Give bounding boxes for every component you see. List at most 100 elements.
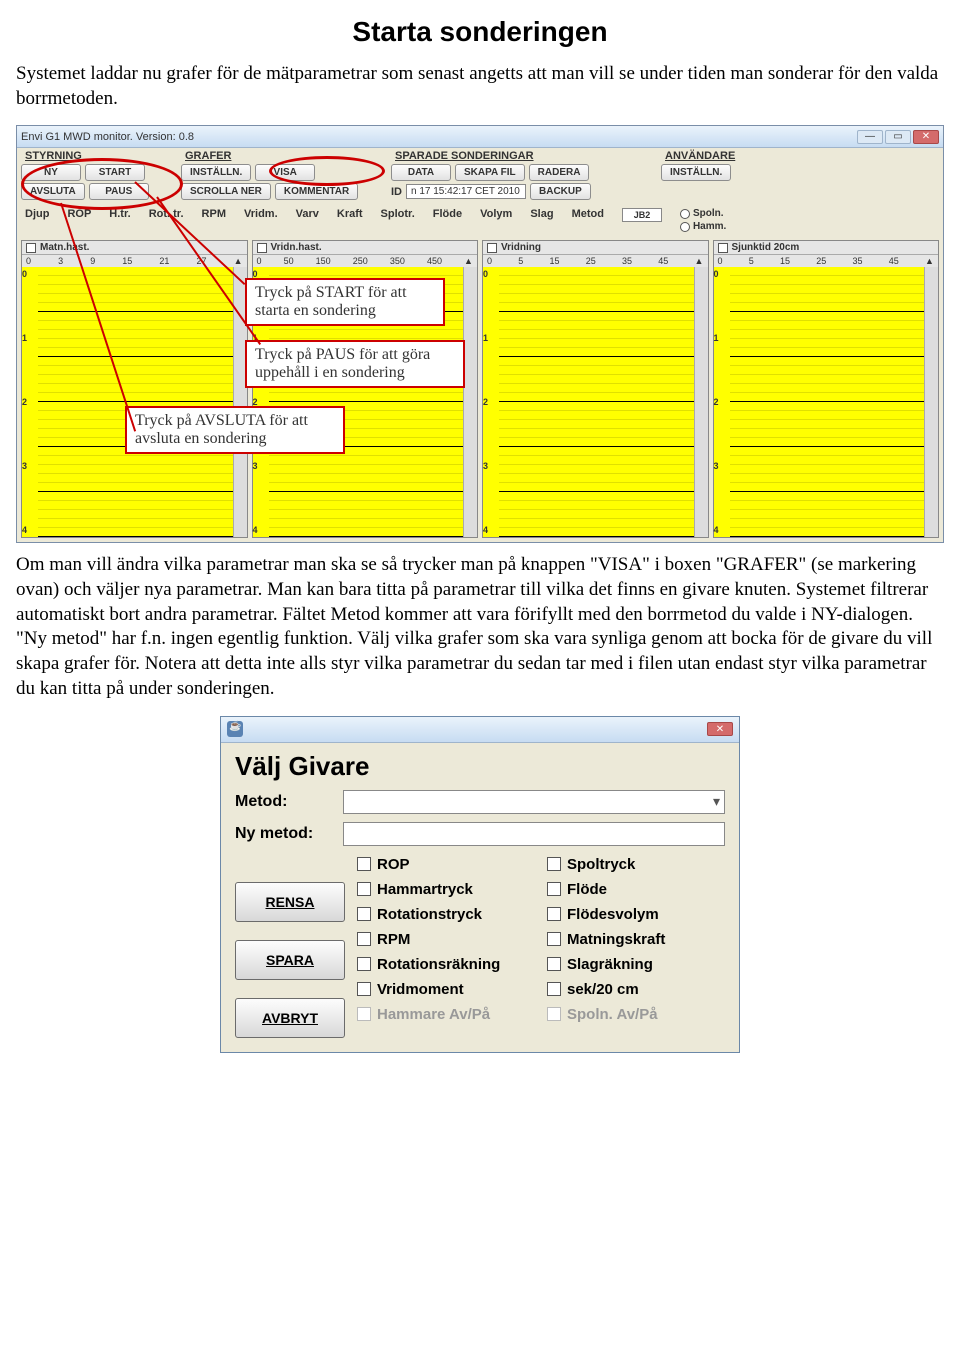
checkbox-icon[interactable] [547, 957, 561, 971]
id-field[interactable]: n 17 15:42:17 CET 2010 [406, 184, 526, 199]
backup-button[interactable]: BACKUP [530, 183, 591, 200]
scrolla-ner-button[interactable]: SCROLLA NER [181, 183, 271, 200]
scale: 3 [58, 256, 63, 266]
param-rop: ROP [67, 208, 91, 232]
checkbox-rotationstryck[interactable]: Rotationstryck [357, 906, 535, 923]
scale: 25 [816, 256, 826, 266]
ny-button[interactable]: NY [21, 164, 81, 181]
kommentar-button[interactable]: KOMMENTAR [275, 183, 358, 200]
scroll-up-icon[interactable]: ▲ [695, 256, 704, 266]
scroll-up-icon[interactable]: ▲ [464, 256, 473, 266]
maximize-icon[interactable]: ▭ [885, 130, 911, 144]
scrollbar[interactable] [463, 267, 477, 537]
data-button[interactable]: DATA [391, 164, 451, 181]
checkbox-spoln-av-p-: Spoln. Av/På [547, 1006, 725, 1023]
checkbox-icon [547, 1007, 561, 1021]
group-sparade: SPARADE SONDERINGAR DATA SKAPA FIL RADER… [391, 150, 651, 200]
installn-grafer-button[interactable]: INSTÄLLN. [181, 164, 251, 181]
param-flode: Flöde [433, 208, 462, 232]
checkbox-fl-desvolym[interactable]: Flödesvolym [547, 906, 725, 923]
checkbox-rop[interactable]: ROP [357, 856, 535, 873]
spoln-radio[interactable]: Spoln. [680, 208, 726, 219]
checkbox-hammartryck[interactable]: Hammartryck [357, 881, 535, 898]
y: 0 [714, 269, 730, 279]
param-slag: Slag [530, 208, 553, 232]
scale: 45 [658, 256, 668, 266]
checkbox-icon[interactable] [547, 882, 561, 896]
checkbox-icon[interactable] [357, 882, 371, 896]
scale: 25 [586, 256, 596, 266]
checkbox-icon[interactable] [487, 243, 497, 253]
param-rottr: Rot. tr. [149, 208, 184, 232]
y: 2 [714, 397, 730, 407]
scale: 250 [353, 256, 368, 266]
avbryt-button[interactable]: AVBRYT [235, 998, 345, 1038]
callout-start: Tryck på START för att starta en sonderi… [245, 278, 445, 326]
checkbox-icon[interactable] [547, 907, 561, 921]
param-htr: H.tr. [109, 208, 130, 232]
scale: 21 [159, 256, 169, 266]
close-icon[interactable]: ✕ [913, 130, 939, 144]
scale: 35 [853, 256, 863, 266]
checkbox-label: Flödesvolym [567, 906, 659, 923]
checkbox-fl-de[interactable]: Flöde [547, 881, 725, 898]
id-label: ID [391, 186, 402, 198]
param-vridm: Vridm. [244, 208, 278, 232]
group-anvandare-label: ANVÄNDARE [661, 150, 735, 162]
checkbox-label: sek/20 cm [567, 981, 639, 998]
checkbox-slagr-kning[interactable]: Slagräkning [547, 956, 725, 973]
minimize-icon[interactable]: — [857, 130, 883, 144]
y: 1 [483, 333, 499, 343]
hamm-radio[interactable]: Hamm. [680, 221, 726, 232]
checkbox-icon[interactable] [547, 857, 561, 871]
checkbox-hammare-av-p-: Hammare Av/På [357, 1006, 535, 1023]
skapa-fil-button[interactable]: SKAPA FIL [455, 164, 525, 181]
checkbox-icon[interactable] [357, 907, 371, 921]
scroll-up-icon[interactable]: ▲ [234, 256, 243, 266]
group-anvandare: ANVÄNDARE INSTÄLLN. [661, 150, 735, 181]
nymetod-input[interactable] [343, 822, 725, 846]
scale: 0 [26, 256, 31, 266]
checkbox-rpm[interactable]: RPM [357, 931, 535, 948]
radera-button[interactable]: RADERA [529, 164, 590, 181]
scale: 15 [780, 256, 790, 266]
checkbox-icon[interactable] [357, 932, 371, 946]
scale: 27 [196, 256, 206, 266]
paus-button[interactable]: PAUS [89, 183, 149, 200]
scrollbar[interactable] [924, 267, 938, 537]
graph-1-title: Vridn.hast. [271, 242, 322, 253]
dialog-close-icon[interactable]: ✕ [707, 722, 733, 736]
checkbox-sek-20-cm[interactable]: sek/20 cm [547, 981, 725, 998]
checkbox-matningskraft[interactable]: Matningskraft [547, 931, 725, 948]
param-metod: Metod [572, 208, 604, 232]
y: 0 [483, 269, 499, 279]
scrollbar[interactable] [694, 267, 708, 537]
checkbox-icon[interactable] [718, 243, 728, 253]
checkbox-icon[interactable] [357, 982, 371, 996]
param-rpm: RPM [202, 208, 226, 232]
avsluta-button[interactable]: AVSLUTA [21, 183, 85, 200]
scroll-up-icon[interactable]: ▲ [925, 256, 934, 266]
installn-anvandare-button[interactable]: INSTÄLLN. [661, 164, 731, 181]
checkbox-rotationsr-kning[interactable]: Rotationsräkning [357, 956, 535, 973]
start-button[interactable]: START [85, 164, 145, 181]
rensa-button[interactable]: RENSA [235, 882, 345, 922]
checkbox-icon[interactable] [547, 982, 561, 996]
metod-select[interactable] [343, 790, 725, 814]
checkbox-spoltryck[interactable]: Spoltryck [547, 856, 725, 873]
group-grafer: GRAFER INSTÄLLN. VISA SCROLLA NER KOMMEN… [181, 150, 381, 200]
visa-button[interactable]: VISA [255, 164, 315, 181]
grid [730, 267, 925, 537]
valj-givare-dialog: ✕ Välj Givare Metod: Ny metod: RENSA SPA… [220, 716, 740, 1053]
param-kraft: Kraft [337, 208, 363, 232]
y: 3 [483, 461, 499, 471]
spara-button[interactable]: SPARA [235, 940, 345, 980]
checkbox-icon[interactable] [357, 957, 371, 971]
checkbox-vridmoment[interactable]: Vridmoment [357, 981, 535, 998]
checkbox-icon[interactable] [257, 243, 267, 253]
checkbox-icon[interactable] [26, 243, 36, 253]
checkbox-icon[interactable] [357, 857, 371, 871]
y: 4 [253, 525, 269, 535]
checkbox-icon[interactable] [547, 932, 561, 946]
group-grafer-label: GRAFER [181, 150, 381, 162]
